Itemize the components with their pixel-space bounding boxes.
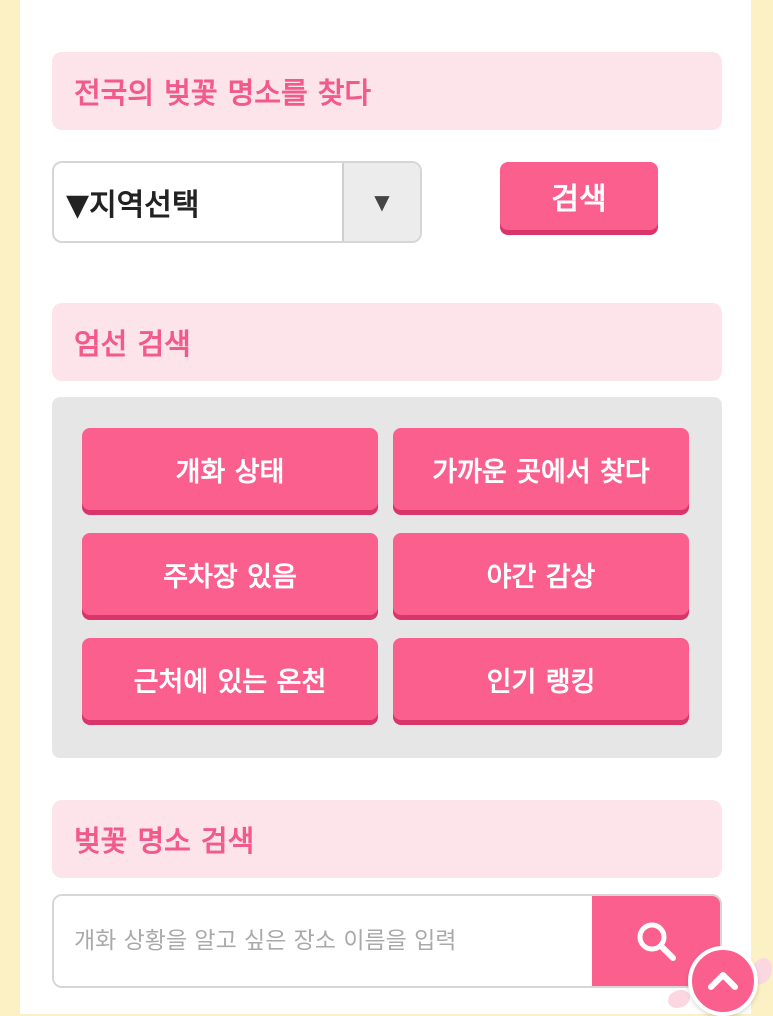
spot-search-input[interactable] bbox=[54, 896, 592, 986]
bloom-status-button[interactable]: 개화 상태 bbox=[82, 428, 378, 510]
region-search-header: 전국의 벚꽃 명소를 찾다 bbox=[52, 52, 722, 130]
spot-search-header: 벚꽃 명소 검색 bbox=[52, 800, 722, 878]
spot-search-title: 벚꽃 명소 검색 bbox=[74, 824, 255, 858]
curated-search-header: 엄선 검색 bbox=[52, 303, 722, 381]
night-viewing-button[interactable]: 야간 감상 bbox=[393, 533, 689, 615]
parking-available-button[interactable]: 주차장 있음 bbox=[82, 533, 378, 615]
region-select[interactable]: ▼지역선택 ▼ bbox=[52, 161, 422, 243]
page: 전국의 벚꽃 명소를 찾다 ▼지역선택 ▼ 검색 엄선 검색 개화 상태 가까운… bbox=[20, 0, 751, 1014]
popular-ranking-button[interactable]: 인기 랭킹 bbox=[393, 638, 689, 720]
triangle-down-icon[interactable]: ▼ bbox=[342, 163, 420, 241]
find-nearby-button[interactable]: 가까운 곳에서 찾다 bbox=[393, 428, 689, 510]
scroll-to-top-button[interactable] bbox=[688, 946, 758, 1016]
magnifier-icon bbox=[637, 922, 676, 961]
nearby-hot-spring-button[interactable]: 근처에 있는 온천 bbox=[82, 638, 378, 720]
curated-search-panel: 개화 상태 가까운 곳에서 찾다 주차장 있음 야간 감상 근처에 있는 온천 … bbox=[52, 397, 722, 758]
region-search-title: 전국의 벚꽃 명소를 찾다 bbox=[74, 76, 372, 110]
spot-search-form bbox=[52, 894, 722, 988]
region-search-button[interactable]: 검색 bbox=[500, 162, 658, 230]
region-select-value: ▼지역선택 bbox=[66, 188, 200, 223]
curated-search-title: 엄선 검색 bbox=[74, 327, 191, 361]
chevron-up-icon bbox=[708, 972, 738, 990]
